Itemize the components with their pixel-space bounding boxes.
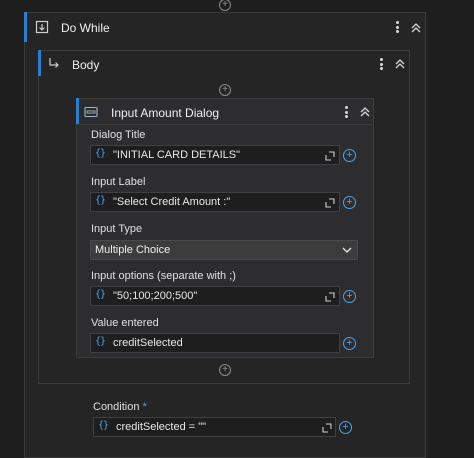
input-options-value: "50;100;200;500" — [113, 290, 198, 302]
input-type-select[interactable]: Multiple Choice — [90, 240, 358, 260]
condition-label-text: Condition — [93, 401, 140, 413]
condition-field[interactable]: {} creditSelected = "" — [93, 417, 336, 437]
expand-editor-icon[interactable] — [325, 198, 335, 208]
dialog-title-field[interactable]: {} "INITIAL CARD DETAILS" — [90, 145, 340, 165]
expression-icon: {} — [95, 148, 106, 159]
expression-icon: {} — [95, 336, 106, 347]
expand-editor-icon[interactable] — [322, 423, 332, 433]
body-title: Body — [72, 58, 100, 72]
add-variable-button[interactable]: + — [343, 149, 356, 162]
add-variable-button[interactable]: + — [343, 196, 356, 209]
expand-editor-icon[interactable] — [325, 292, 335, 302]
input-dialog-icon — [84, 106, 98, 118]
collapse-icon[interactable] — [393, 57, 407, 71]
add-activity-button[interactable]: + — [219, 364, 231, 376]
expression-icon: {} — [95, 289, 106, 300]
body-sequence-icon — [49, 58, 59, 68]
input-label-value: "Select Credit Amount :" — [113, 196, 231, 208]
input-type-value: Multiple Choice — [95, 244, 171, 256]
chevron-down-icon — [342, 247, 352, 253]
dialog-title-value: "INITIAL CARD DETAILS" — [113, 149, 240, 161]
dialog-title-label: Dialog Title — [91, 129, 146, 141]
collapse-icon[interactable] — [409, 21, 423, 35]
condition-label: Condition * — [93, 401, 147, 413]
collapse-icon[interactable] — [358, 105, 372, 119]
do-while-menu-icon[interactable] — [392, 19, 402, 35]
input-type-label: Input Type — [91, 223, 143, 235]
input-options-field[interactable]: {} "50;100;200;500" — [90, 286, 340, 306]
add-variable-button[interactable]: + — [339, 421, 352, 434]
do-while-icon — [35, 20, 49, 34]
dialog-menu-icon[interactable] — [341, 104, 351, 120]
do-while-title: Do While — [61, 21, 110, 35]
value-entered-field[interactable]: {} creditSelected — [90, 333, 340, 353]
selection-accent — [24, 12, 27, 42]
add-variable-button[interactable]: + — [343, 337, 356, 350]
add-activity-top-button[interactable]: + — [219, 0, 231, 11]
dialog-title: Input Amount Dialog — [111, 106, 220, 120]
expand-editor-icon[interactable] — [325, 151, 335, 161]
condition-value: creditSelected = "" — [116, 421, 207, 433]
selection-accent — [76, 98, 79, 124]
input-options-label: Input options (separate with ;) — [91, 270, 236, 282]
input-label-field[interactable]: {} "Select Credit Amount :" — [90, 192, 340, 212]
body-menu-icon[interactable] — [376, 56, 386, 72]
expression-icon: {} — [98, 420, 109, 431]
value-entered-label: Value entered — [91, 317, 159, 329]
required-mark: * — [142, 401, 147, 413]
selection-accent — [38, 50, 41, 76]
value-entered-value: creditSelected — [113, 337, 183, 349]
input-label-label: Input Label — [91, 176, 146, 188]
add-activity-button[interactable]: + — [219, 84, 231, 96]
expression-icon: {} — [95, 195, 106, 206]
add-variable-button[interactable]: + — [343, 290, 356, 303]
